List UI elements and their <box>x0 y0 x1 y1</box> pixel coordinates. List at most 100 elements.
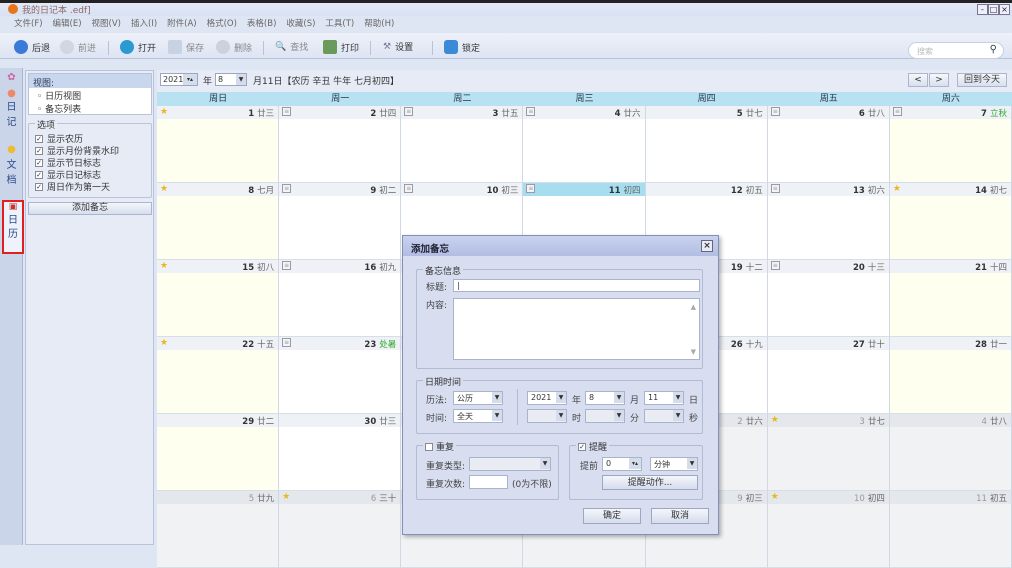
scroll-down-icon[interactable]: ▼ <box>691 348 696 356</box>
calendar-day-cell[interactable]: ★ 22 十五 <box>157 337 280 414</box>
calendar-day-cell[interactable]: 30 廿三 <box>279 414 402 491</box>
view-item-memo-list[interactable]: ◦ 备忘列表 <box>29 101 151 115</box>
menu-format[interactable]: 格式(O) <box>207 17 237 29</box>
tab-calendar[interactable]: ▣ 日历 <box>2 200 24 254</box>
menu-file[interactable]: 文件(F) <box>14 17 43 29</box>
calendar-day-cell[interactable]: 4 廿八 <box>889 414 1012 491</box>
minimize-button[interactable]: - <box>977 4 988 15</box>
calendar-day-cell[interactable]: 21 十四 <box>889 260 1012 337</box>
star-icon[interactable]: ★ <box>160 184 168 194</box>
calendar-day-cell[interactable]: ★ 6 三十 <box>279 491 402 568</box>
search-icon[interactable]: ⚲ <box>990 44 997 55</box>
star-icon[interactable]: ★ <box>160 338 168 348</box>
note-icon[interactable]: ≡ <box>282 107 292 116</box>
stepper-arrows-icon[interactable]: ▾▴ <box>629 458 641 469</box>
menu-insert[interactable]: 插入(I) <box>131 17 157 29</box>
today-button[interactable]: 回到今天 <box>957 73 1007 87</box>
add-memo-button[interactable]: 添加备忘 <box>28 202 152 215</box>
menu-help[interactable]: 帮助(H) <box>364 17 394 29</box>
note-icon[interactable]: ≡ <box>892 107 902 116</box>
year-select[interactable]: 2021 ▼ <box>527 391 567 405</box>
calendar-day-cell[interactable]: ★ 8 七月 <box>157 183 280 260</box>
minute-select[interactable]: ▼ <box>585 409 625 423</box>
menu-attachment[interactable]: 附件(A) <box>167 17 196 29</box>
note-icon[interactable]: ≡ <box>282 338 292 347</box>
note-icon[interactable]: ≡ <box>282 261 292 270</box>
calendar-day-cell[interactable]: ★ 10 初四 <box>767 491 890 568</box>
calendar-day-cell[interactable]: ≡ 6 廿八 <box>767 106 890 183</box>
calendar-day-cell[interactable]: ≡ 20 十三 <box>767 260 890 337</box>
note-icon[interactable]: ≡ <box>282 184 292 193</box>
star-icon[interactable]: ★ <box>160 261 168 271</box>
open-button[interactable]: 打开 <box>120 40 156 54</box>
repeat-count-input[interactable] <box>469 475 508 489</box>
note-icon[interactable]: ≡ <box>526 184 536 193</box>
repeat-checkbox[interactable]: 重复 <box>423 440 457 453</box>
back-button[interactable]: 后退 <box>14 40 50 54</box>
scroll-up-icon[interactable]: ▲ <box>691 303 696 311</box>
ok-button[interactable]: 确定 <box>583 508 641 524</box>
calendar-day-cell[interactable]: 29 廿二 <box>157 414 280 491</box>
print-button[interactable]: 打印 <box>323 40 359 54</box>
calendar-day-cell[interactable]: ≡ 4 廿六 <box>523 106 646 183</box>
star-icon[interactable]: ★ <box>282 492 290 502</box>
calendar-day-cell[interactable]: ≡ 16 初九 <box>279 260 402 337</box>
calendar-day-cell[interactable]: ≡ 2 廿四 <box>279 106 402 183</box>
calendar-day-cell[interactable]: 5 廿七 <box>645 106 768 183</box>
menu-tools[interactable]: 工具(T) <box>325 17 354 29</box>
find-button[interactable]: 🔍 查找 <box>275 40 308 54</box>
lock-button[interactable]: 锁定 <box>444 40 480 54</box>
star-icon[interactable]: ★ <box>771 492 779 502</box>
calendar-day-cell[interactable]: 27 廿十 <box>767 337 890 414</box>
note-icon[interactable]: ≡ <box>526 107 536 116</box>
hour-select[interactable]: ▼ <box>527 409 567 423</box>
forward-button[interactable]: 前进 <box>60 40 96 54</box>
prev-month-button[interactable]: < <box>908 73 928 87</box>
repeat-type-select[interactable]: ▼ <box>469 457 551 471</box>
calendar-day-cell[interactable]: ★ 1 廿三 <box>157 106 280 183</box>
option-sunday-first[interactable]: ✓ 周日作为第一天 <box>35 180 110 193</box>
star-icon[interactable]: ★ <box>771 415 779 425</box>
star-icon[interactable]: ★ <box>160 107 168 117</box>
remind-unit-select[interactable]: 分钟 ▼ <box>650 457 698 471</box>
menu-edit[interactable]: 编辑(E) <box>53 17 82 29</box>
menu-favorites[interactable]: 收藏(S) <box>286 17 315 29</box>
note-icon[interactable]: ≡ <box>770 184 780 193</box>
calendar-day-cell[interactable]: 5 廿九 <box>157 491 280 568</box>
time-select[interactable]: 全天 ▼ <box>453 409 503 423</box>
memo-content-textarea[interactable]: ▲ ▼ <box>453 298 700 360</box>
calendar-type-select[interactable]: 公历 ▼ <box>453 391 503 405</box>
calendar-day-cell[interactable]: ★ 15 初八 <box>157 260 280 337</box>
note-icon[interactable]: ≡ <box>404 107 414 116</box>
calendar-day-cell[interactable]: ★ 14 初七 <box>889 183 1012 260</box>
menu-view[interactable]: 视图(V) <box>92 17 121 29</box>
cancel-button[interactable]: 取消 <box>651 508 709 524</box>
remind-ahead-stepper[interactable]: 0 ▾▴ <box>602 457 642 471</box>
star-icon[interactable]: ★ <box>893 184 901 194</box>
calendar-day-cell[interactable]: ★ 3 廿七 <box>767 414 890 491</box>
calendar-day-cell[interactable]: ≡ 9 初二 <box>279 183 402 260</box>
note-icon[interactable]: ≡ <box>770 261 780 270</box>
tab-docs[interactable]: 文档 <box>2 158 21 188</box>
view-item-calendar[interactable]: ◦ 日历视图 <box>29 88 151 102</box>
calendar-day-cell[interactable]: ≡ 23 处暑 <box>279 337 402 414</box>
calendar-day-cell[interactable]: 11 初五 <box>889 491 1012 568</box>
maximize-button[interactable]: □ <box>988 4 999 15</box>
year-stepper[interactable]: 2021 ▾▴ <box>160 73 198 86</box>
calendar-day-cell[interactable]: ≡ 13 初六 <box>767 183 890 260</box>
calendar-day-cell[interactable]: ≡ 3 廿五 <box>401 106 524 183</box>
settings-button[interactable]: ⚒ 设置 <box>383 40 413 54</box>
remind-action-button[interactable]: 提醒动作... <box>602 475 698 490</box>
note-icon[interactable]: ≡ <box>404 184 414 193</box>
calendar-day-cell[interactable]: 28 廿一 <box>889 337 1012 414</box>
stepper-arrows-icon[interactable]: ▾▴ <box>183 74 197 85</box>
menu-table[interactable]: 表格(B) <box>247 17 276 29</box>
dialog-close-button[interactable]: × <box>701 240 713 252</box>
memo-title-input[interactable]: | <box>453 279 700 292</box>
month-select[interactable]: 8 ▼ <box>215 73 247 86</box>
note-icon[interactable]: ≡ <box>770 107 780 116</box>
day-select[interactable]: 11 ▼ <box>644 391 684 405</box>
calendar-day-cell[interactable]: ≡ 7 立秋 <box>889 106 1012 183</box>
next-month-button[interactable]: > <box>929 73 949 87</box>
delete-button[interactable]: 删除 <box>216 40 252 54</box>
